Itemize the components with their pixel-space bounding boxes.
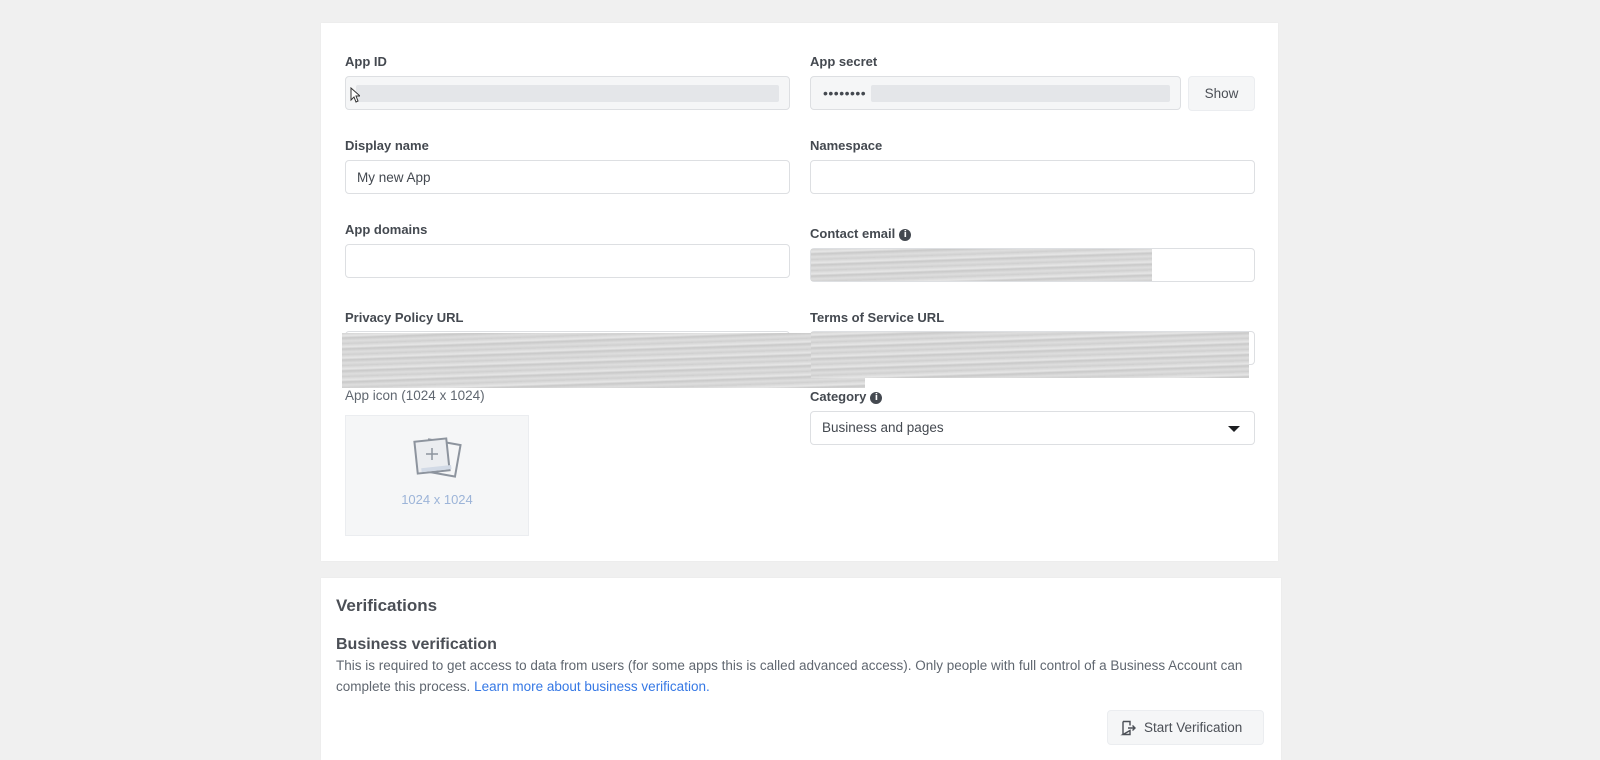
contact-email-input[interactable] xyxy=(810,248,1255,282)
privacy-policy-label: Privacy Policy URL xyxy=(345,310,464,325)
display-name-input[interactable] xyxy=(345,160,790,194)
business-verification-description: This is required to get access to data f… xyxy=(336,656,1266,697)
app-icon-size-text: 1024 x 1024 xyxy=(401,492,473,507)
info-icon[interactable]: i xyxy=(899,229,912,241)
app-secret-bar xyxy=(871,85,1170,102)
info-icon[interactable]: i xyxy=(870,392,883,404)
app-id-value-masked xyxy=(356,85,779,102)
verifications-title: Verifications xyxy=(336,596,438,615)
door-exit-icon xyxy=(1120,720,1136,736)
app-secret-value: •••••••• xyxy=(823,85,867,101)
contact-email-label-text: Contact email xyxy=(810,226,896,241)
app-icon-label: App icon (1024 x 1024) xyxy=(345,388,485,403)
app-secret-label: App secret xyxy=(810,54,878,69)
learn-more-link[interactable]: Learn more about business verification. xyxy=(474,679,710,694)
app-domains-label: App domains xyxy=(345,222,428,237)
mouse-cursor-icon xyxy=(350,87,360,103)
app-secret-field[interactable]: •••••••• xyxy=(810,76,1181,110)
terms-of-service-label: Terms of Service URL xyxy=(810,310,945,325)
add-image-icon xyxy=(413,437,462,478)
app-domains-input[interactable] xyxy=(345,244,790,278)
redacted-privacy-url xyxy=(342,333,865,388)
show-secret-button[interactable]: Show xyxy=(1188,76,1255,111)
namespace-label: Namespace xyxy=(810,138,883,153)
business-verification-title: Business verification xyxy=(336,636,497,653)
redacted-terms-url xyxy=(811,332,1249,378)
app-id-field[interactable] xyxy=(345,76,790,110)
chevron-down-icon xyxy=(1228,426,1240,432)
description-text: This is required to get access to data f… xyxy=(336,658,1243,694)
start-verification-label: Start Verification xyxy=(1144,720,1243,735)
category-value: Business and pages xyxy=(822,420,944,435)
display-name-label: Display name xyxy=(345,138,429,153)
redacted-email xyxy=(811,249,1152,281)
namespace-input[interactable] xyxy=(810,160,1255,194)
app-id-label: App ID xyxy=(345,54,387,69)
app-icon-upload[interactable]: 1024 x 1024 xyxy=(345,415,529,536)
category-select[interactable]: Business and pages xyxy=(810,411,1255,445)
contact-email-label: Contact email i xyxy=(810,226,912,241)
category-label-text: Category xyxy=(810,389,867,404)
start-verification-button[interactable]: Start Verification xyxy=(1107,710,1264,745)
category-label: Category i xyxy=(810,389,883,404)
